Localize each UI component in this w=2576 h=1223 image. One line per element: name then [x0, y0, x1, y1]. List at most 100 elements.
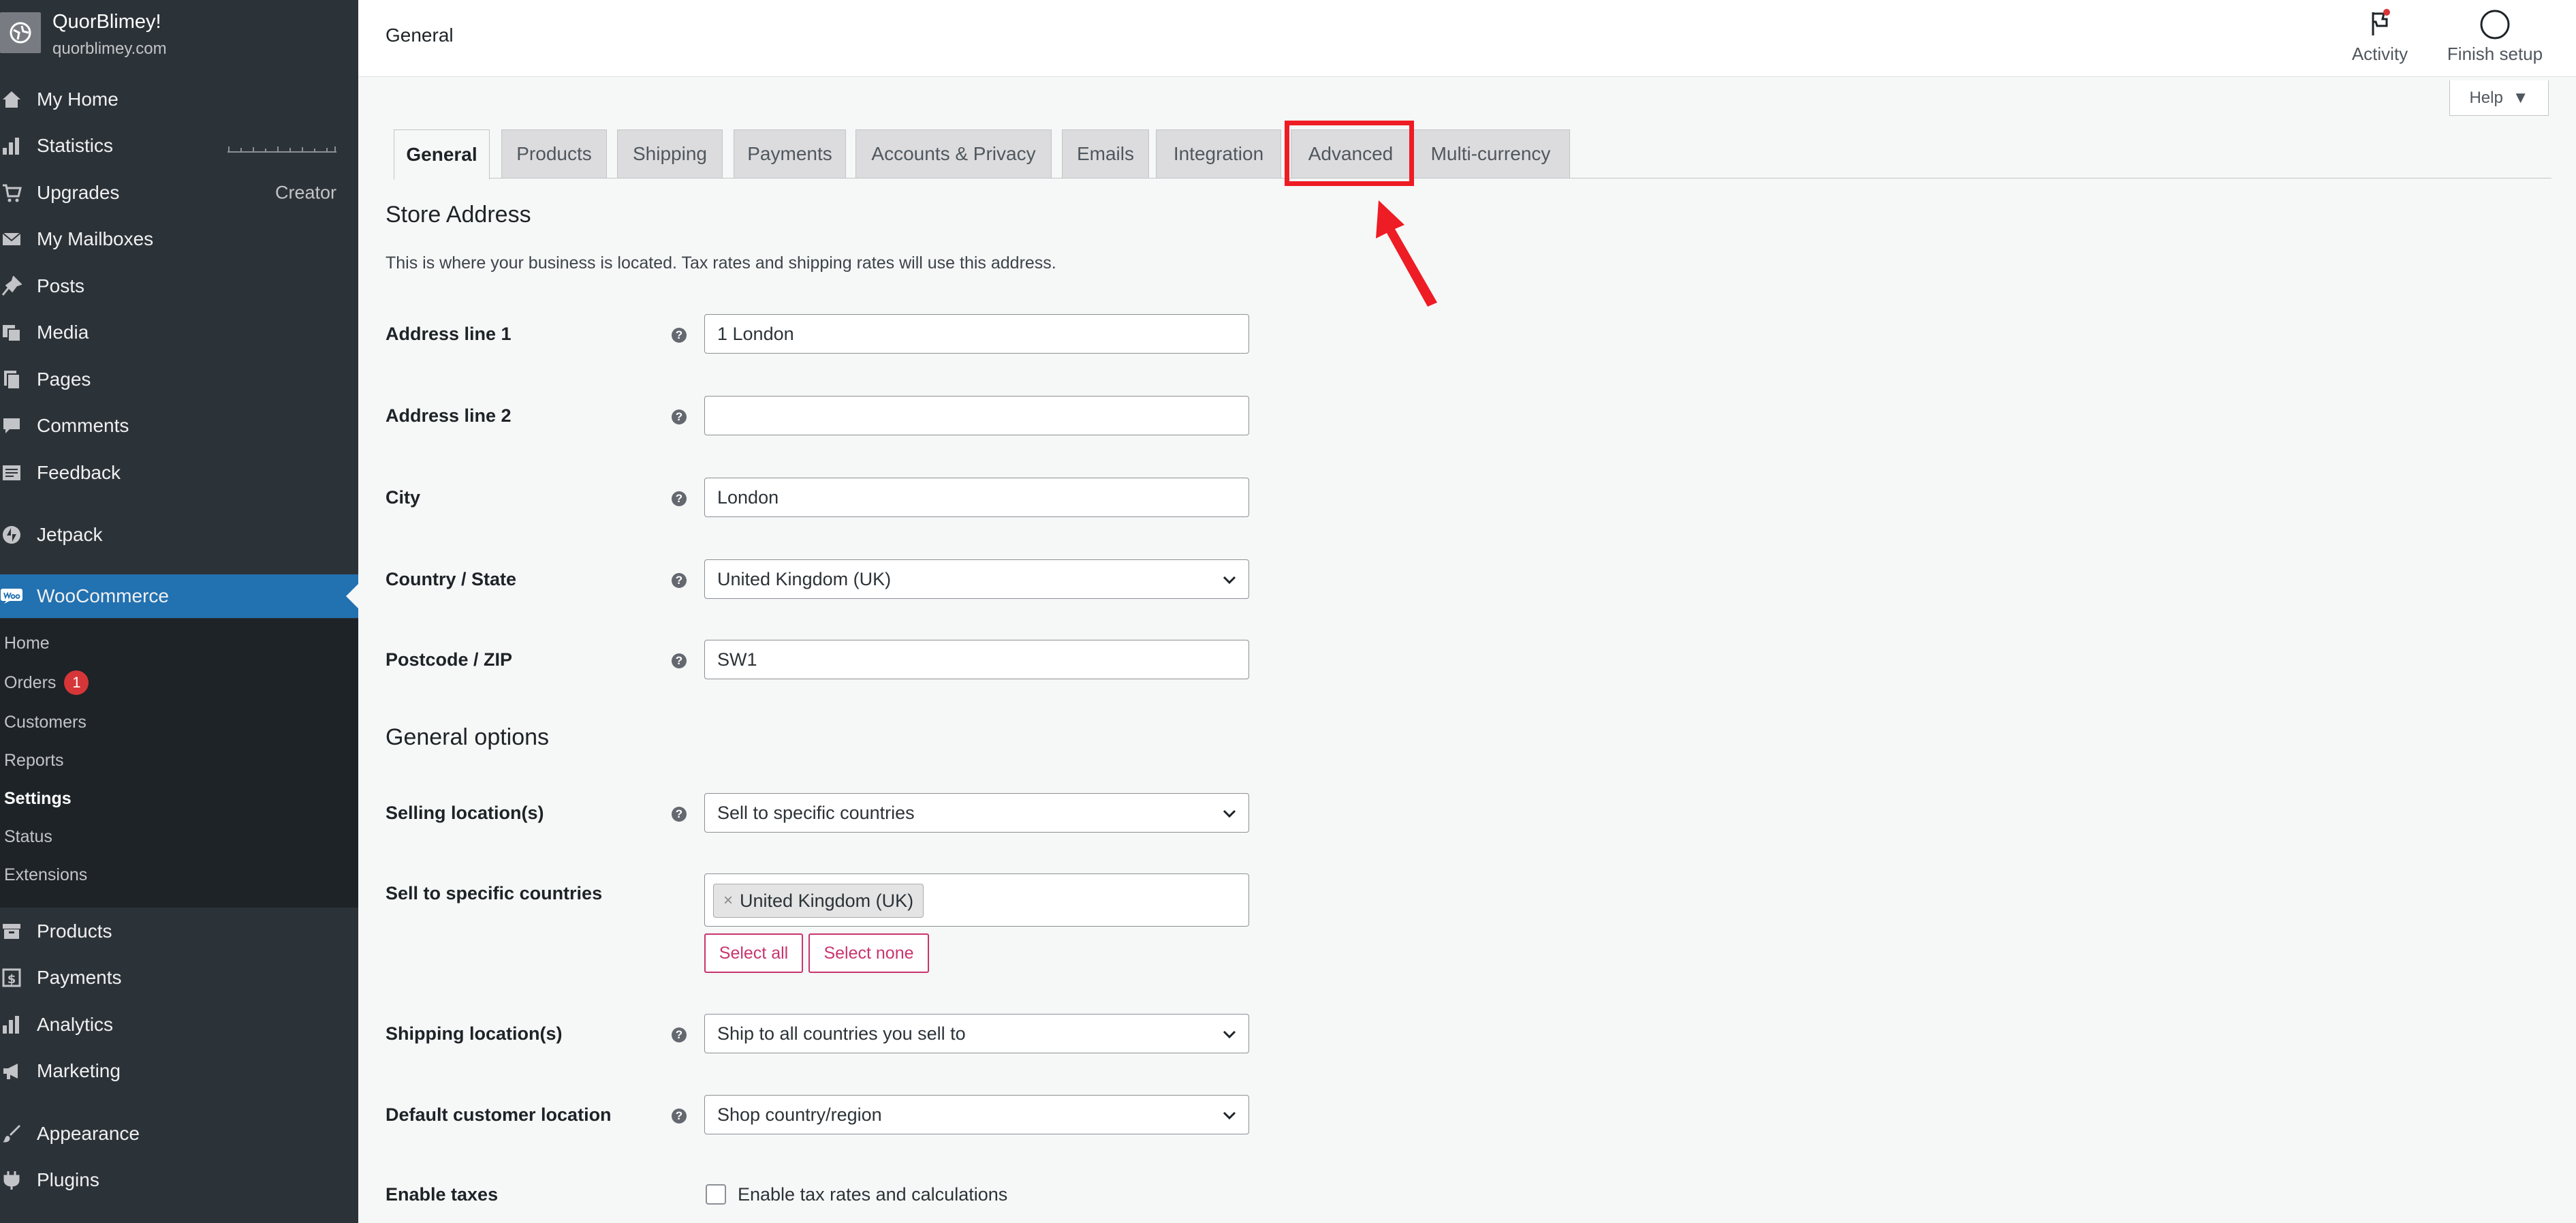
tab-accounts-privacy[interactable]: Accounts & Privacy: [855, 129, 1052, 179]
sidebar-item-appearance[interactable]: Appearance: [0, 1113, 358, 1155]
sidebar-item-plugins[interactable]: Plugins: [0, 1159, 358, 1201]
sidebar-item-my-home[interactable]: My Home: [0, 78, 358, 121]
sidebar-item-woocommerce[interactable]: WooCommerce: [0, 574, 358, 618]
tab-shipping[interactable]: Shipping: [617, 129, 723, 179]
caret-down-icon: ▼: [2512, 88, 2529, 107]
sidebar-item-products[interactable]: Products: [0, 910, 358, 953]
sidebar-item-statistics[interactable]: Statistics: [0, 125, 358, 167]
finish-setup-label: Finish setup: [2447, 44, 2543, 64]
submenu-item-orders[interactable]: Orders 1: [4, 670, 89, 695]
megaphone-icon: [0, 1059, 23, 1083]
help-tip-icon[interactable]: ?: [672, 1109, 687, 1124]
pin-icon: [0, 275, 23, 298]
sidebar-item-analytics[interactable]: Analytics: [0, 1004, 358, 1046]
help-tip-icon[interactable]: ?: [672, 409, 687, 424]
submenu-item-label: Orders: [4, 672, 57, 692]
general-options-heading: General options: [386, 724, 550, 750]
sidebar-item-jetpack[interactable]: Jetpack: [0, 514, 358, 556]
sidebar-item-payments[interactable]: $ Payments: [0, 957, 358, 999]
submenu-item-extensions[interactable]: Extensions: [4, 865, 87, 885]
sidebar-item-label: Statistics: [37, 135, 114, 156]
sidebar-item-comments[interactable]: Comments: [0, 405, 358, 447]
woo-icon: [0, 585, 23, 608]
selling-locations-value: Sell to specific countries: [717, 802, 915, 823]
sidebar-item-label: Media: [37, 322, 89, 343]
sidebar-item-label: Payments: [37, 967, 122, 988]
plug-icon: [0, 1168, 23, 1192]
sidebar-item-marketing[interactable]: Marketing: [0, 1050, 358, 1092]
submenu-item-reports[interactable]: Reports: [4, 751, 64, 771]
help-tip-icon[interactable]: ?: [672, 491, 687, 506]
sidebar-item-feedback[interactable]: Feedback: [0, 452, 358, 494]
help-button[interactable]: Help ▼: [2449, 80, 2549, 116]
help-tip-icon[interactable]: ?: [672, 807, 687, 822]
store-address-heading: Store Address: [386, 202, 531, 228]
tab-general[interactable]: General: [394, 129, 490, 180]
city-input[interactable]: [704, 478, 1249, 517]
store-address-description: This is where your business is located. …: [386, 253, 1056, 273]
home-icon: [0, 88, 23, 111]
tab-multi-currency[interactable]: Multi-currency: [1411, 129, 1570, 179]
country-chip[interactable]: × United Kingdom (UK): [713, 884, 924, 918]
address-line-2-label: Address line 2: [386, 405, 512, 426]
sidebar-item-label: Pages: [37, 369, 91, 390]
site-url: quorblimey.com: [52, 40, 167, 58]
jetpack-icon: [0, 523, 23, 546]
archive-icon: [0, 920, 23, 943]
tab-emails[interactable]: Emails: [1062, 129, 1149, 179]
help-tip-icon[interactable]: ?: [672, 1027, 687, 1042]
submenu-item-customers[interactable]: Customers: [4, 713, 87, 732]
finish-setup-button[interactable]: Finish setup: [2438, 7, 2551, 71]
submenu-item-home[interactable]: Home: [4, 634, 50, 653]
sidebar-item-my-mailboxes[interactable]: My Mailboxes: [0, 218, 358, 260]
default-customer-location-label: Default customer location: [386, 1104, 612, 1125]
bar-chart-icon: [0, 134, 23, 157]
select-all-button[interactable]: Select all: [704, 933, 803, 973]
help-tip-icon[interactable]: ?: [672, 328, 687, 343]
submenu-item-status[interactable]: Status: [4, 827, 52, 847]
tab-integration[interactable]: Integration: [1156, 129, 1281, 179]
submenu-item-settings[interactable]: Settings: [4, 789, 72, 809]
selling-locations-select[interactable]: Sell to specific countries: [704, 793, 1249, 833]
default-customer-location-select[interactable]: Shop country/region: [704, 1095, 1249, 1134]
sidebar-item-label: Upgrades: [37, 182, 120, 203]
help-tip-icon[interactable]: ?: [672, 573, 687, 588]
shipping-locations-select[interactable]: Ship to all countries you sell to: [704, 1014, 1249, 1053]
site-header[interactable]: QuorBlimey! quorblimey.com: [0, 0, 358, 65]
city-label: City: [386, 487, 421, 508]
help-tip-icon[interactable]: ?: [672, 653, 687, 668]
dollar-icon: $: [0, 966, 23, 989]
site-icon: [0, 12, 41, 53]
stats-sparkline: [227, 146, 336, 153]
media-icon: [0, 321, 23, 344]
remove-chip-icon[interactable]: ×: [723, 891, 733, 910]
sidebar-item-posts[interactable]: Posts: [0, 265, 358, 307]
tab-products[interactable]: Products: [501, 129, 607, 179]
sidebar-item-media[interactable]: Media: [0, 311, 358, 354]
address-line-1-label: Address line 1: [386, 324, 512, 344]
select-none-button[interactable]: Select none: [808, 933, 929, 973]
sidebar-item-label: Jetpack: [37, 524, 103, 545]
sidebar-item-label: Feedback: [37, 462, 121, 483]
sidebar-item-label: My Mailboxes: [37, 228, 154, 249]
address-line-1-input[interactable]: [704, 314, 1249, 354]
flag-icon: [2372, 9, 2390, 35]
specific-countries-multiselect[interactable]: × United Kingdom (UK): [704, 873, 1249, 927]
sidebar-item-label: WooCommerce: [37, 585, 169, 606]
enable-taxes-checkbox-label[interactable]: Enable tax rates and calculations: [738, 1184, 1007, 1205]
orders-count-badge: 1: [64, 670, 89, 695]
address-line-2-input[interactable]: [704, 396, 1249, 435]
country-state-select[interactable]: United Kingdom (UK): [704, 559, 1249, 599]
enable-taxes-checkbox[interactable]: [706, 1184, 726, 1205]
tab-payments[interactable]: Payments: [734, 129, 846, 179]
enable-taxes-label: Enable taxes: [386, 1184, 499, 1205]
brush-icon: [0, 1122, 23, 1145]
sidebar-item-upgrades[interactable]: Upgrades Creator: [0, 172, 358, 214]
postcode-input[interactable]: [704, 640, 1249, 679]
sidebar-item-label: My Home: [37, 89, 119, 110]
shipping-locations-label: Shipping location(s): [386, 1023, 563, 1044]
chevron-down-icon: [1223, 576, 1236, 585]
activity-button[interactable]: Activity: [2332, 7, 2428, 71]
sidebar-item-pages[interactable]: Pages: [0, 358, 358, 401]
top-bar: General Activity Finish setup: [358, 0, 2576, 77]
